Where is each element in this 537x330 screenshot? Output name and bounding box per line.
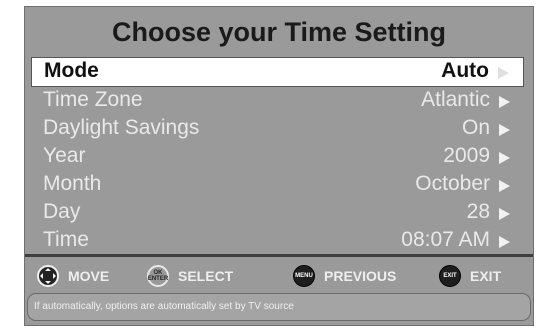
help-box: If automatically, options are automatica… [27,293,531,321]
time-setting-menu: Choose your Time Setting Mode Auto Time … [24,6,534,326]
right-arrow-icon[interactable] [499,152,510,164]
row-label: Daylight Savings [43,116,200,139]
menu-icon: MENU [293,265,315,287]
row-mode[interactable]: Mode Auto [31,57,524,87]
right-arrow-icon[interactable] [499,236,510,248]
move-hint: MOVE [37,264,109,288]
help-text: If automatically, options are automatica… [34,301,294,312]
row-month[interactable]: Month October [31,171,524,199]
row-value: 28 [466,200,490,223]
row-label: Time Zone [43,88,143,111]
row-value: 2009 [443,144,490,167]
right-arrow-icon[interactable] [499,180,510,192]
right-arrow-icon[interactable] [499,124,510,136]
right-arrow-icon[interactable] [498,67,509,79]
right-arrow-icon[interactable] [499,96,510,108]
row-label: Year [43,144,86,167]
exit-icon: EXIT [439,265,461,287]
row-daylight-savings[interactable]: Daylight Savings On [31,115,524,143]
row-time-zone[interactable]: Time Zone Atlantic [31,87,524,115]
menu-title: Choose your Time Setting [111,17,447,47]
move-label: MOVE [68,268,110,284]
select-label: SELECT [178,268,234,284]
select-hint: OK ENTER SELECT [147,264,233,288]
row-value: Atlantic [421,88,490,111]
row-label: Day [43,200,81,223]
directional-pad-glyph [40,268,56,284]
row-label: Mode [44,59,99,82]
button-guide: MOVE OK ENTER SELECT MENU PREVIOUS EXIT … [25,257,533,295]
exit-hint: EXIT EXIT [439,264,501,288]
settings-list: Mode Auto Time Zone Atlantic Daylight Sa… [25,57,533,255]
row-value: Auto [441,59,489,82]
right-arrow-icon[interactable] [499,208,510,220]
exit-label: EXIT [470,268,502,284]
row-time[interactable]: Time 08:07 AM [31,227,524,255]
row-value: 08:07 AM [401,228,490,251]
row-label: Month [43,172,102,195]
ok-enter-icon: OK ENTER [147,265,169,287]
previous-hint: MENU PREVIOUS [293,264,396,288]
previous-label: PREVIOUS [324,268,397,284]
row-value: October [415,172,490,195]
row-day[interactable]: Day 28 [31,199,524,227]
row-value: On [461,116,490,139]
row-year[interactable]: Year 2009 [31,143,524,171]
directional-pad-icon [37,265,59,287]
row-label: Time [43,228,89,251]
